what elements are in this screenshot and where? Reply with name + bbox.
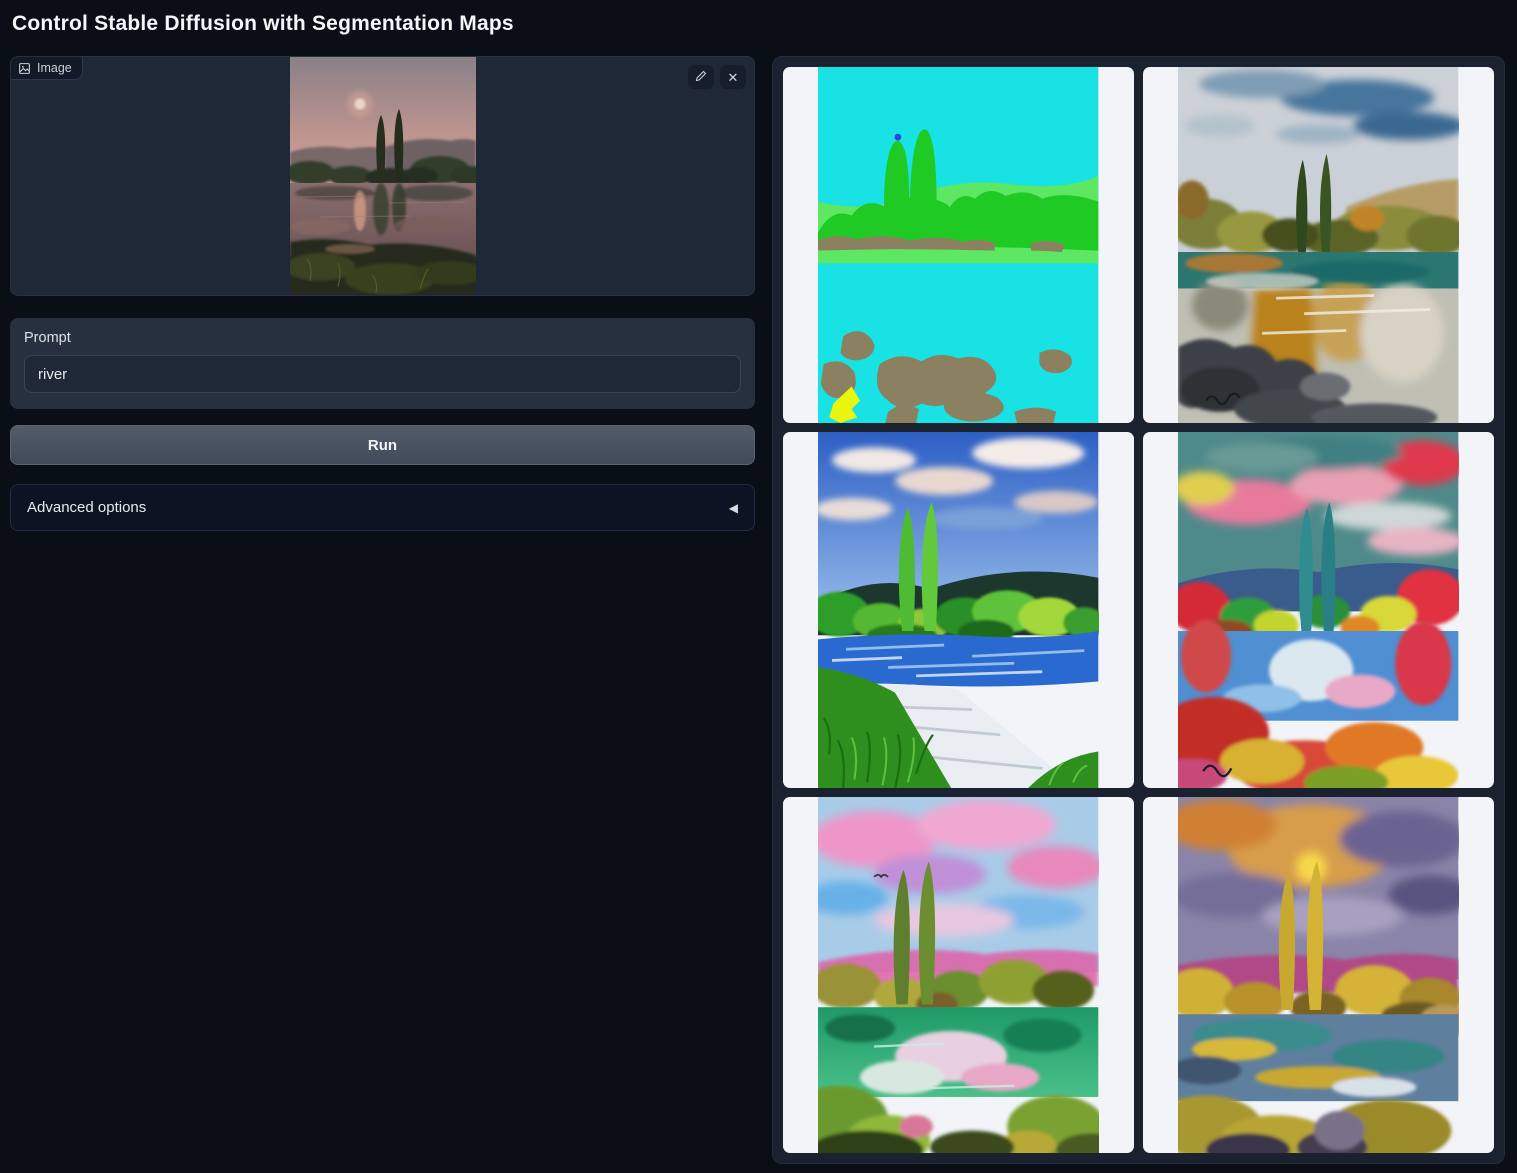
generated-image-watercolor [1178,67,1458,423]
close-icon: ✕ [728,71,739,84]
generated-image-sunset [1178,797,1458,1153]
gallery-item-4[interactable] [1143,432,1494,788]
advanced-options-label: Advanced options [27,499,146,516]
accordion-arrow-icon: ◀ [729,501,738,515]
generated-image-pink [818,797,1098,1153]
prompt-block: Prompt [10,318,755,409]
image-upload-component[interactable]: Image ✕ [10,56,755,296]
prompt-input[interactable] [24,355,741,393]
gallery-item-2[interactable] [1143,67,1494,423]
gallery-item-1[interactable] [783,67,1134,423]
input-column: Image ✕ [10,56,755,531]
page-title: Control Stable Diffusion with Segmentati… [12,12,1505,36]
image-component-badge: Image [11,57,83,80]
output-gallery [772,56,1505,1164]
uploaded-river-photo [290,57,476,295]
image-actions: ✕ [688,65,746,89]
gallery-item-6[interactable] [1143,797,1494,1153]
advanced-options-accordion[interactable]: Advanced options ◀ [10,484,755,531]
image-icon [18,62,31,75]
prompt-label: Prompt [24,330,741,346]
main-layout: Image ✕ [10,56,1505,1164]
generated-image-colorful [1178,432,1458,788]
image-component-label: Image [37,61,72,75]
clear-image-button[interactable]: ✕ [720,65,746,89]
gallery-item-5[interactable] [783,797,1134,1153]
edit-image-button[interactable] [688,65,714,89]
run-button[interactable]: Run [10,425,755,465]
gallery-item-3[interactable] [783,432,1134,788]
segmentation-map-image [818,67,1098,423]
generated-image-green [818,432,1098,788]
pencil-icon [695,70,707,84]
uploaded-image-preview[interactable] [11,57,754,295]
